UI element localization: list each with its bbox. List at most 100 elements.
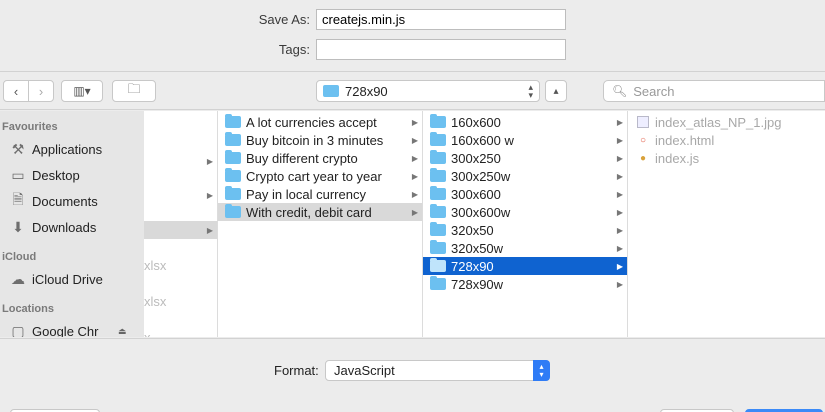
folder-row[interactable]: 320x50 ▶	[423, 221, 627, 239]
chevron-right-icon: ▶	[616, 153, 623, 163]
column-view-icon: ▥▾	[73, 84, 91, 98]
forward-button[interactable]: ›	[28, 80, 54, 102]
folder-row[interactable]: 300x250w ▶	[423, 167, 627, 185]
format-select[interactable]: JavaScript ▴ ▾	[325, 360, 550, 381]
folder-row[interactable]: 300x250 ▶	[423, 149, 627, 167]
chevron-right-icon: ▶	[616, 135, 623, 145]
folder-name: 160x600 w	[451, 132, 514, 148]
cloud-icon: ☁	[11, 270, 25, 287]
location-label: 728x90	[345, 83, 388, 99]
tags-input[interactable]	[316, 39, 566, 60]
file-row[interactable]: ○ index.html	[628, 131, 825, 149]
folder-row[interactable]: 300x600w ▶	[423, 203, 627, 221]
file-name: xlsx	[144, 293, 167, 309]
sidebar-item-label: Desktop	[32, 167, 80, 183]
list-item[interactable]: ▶	[144, 186, 217, 204]
file-name: index_atlas_NP_1.jpg	[655, 114, 782, 130]
expand-button[interactable]: ▴	[545, 80, 567, 102]
format-bar: Format: JavaScript ▴ ▾	[0, 338, 825, 412]
folder-row[interactable]: Buy different crypto ▶	[218, 149, 422, 167]
folder-row[interactable]: 160x600 w ▶	[423, 131, 627, 149]
folder-icon	[225, 114, 241, 128]
location-popup[interactable]: 728x90 ▴ ▾	[316, 80, 540, 102]
save-as-label: Save As:	[258, 12, 310, 27]
save-as-input[interactable]	[316, 9, 566, 30]
folder-row-selected[interactable]: 728x90 ▶	[423, 257, 627, 275]
chevron-right-icon: ▶	[411, 117, 418, 127]
chevron-right-icon: ▶	[411, 189, 418, 199]
folder-name: 728x90w	[451, 276, 504, 292]
back-button[interactable]: ‹	[3, 80, 29, 102]
file-name: xlsx	[144, 257, 167, 273]
folder-name: A lot currencies accept	[246, 114, 377, 130]
sidebar-item-label: Google Chr	[32, 323, 99, 338]
toolbar: ‹ › ▥▾ 🗀 728x90 ▴ ▾ ▴ 🔍︎ Search	[0, 72, 825, 110]
folder-name: Pay in local currency	[246, 186, 366, 202]
list-item[interactable]: xlsx	[144, 292, 217, 310]
folder-row[interactable]: A lot currencies accept ▶	[218, 113, 422, 131]
column-3: index_atlas_NP_1.jpg ○ index.html ● index.…	[628, 111, 825, 337]
chevron-right-icon: ▶	[206, 156, 213, 166]
folder-icon	[225, 132, 241, 146]
folder-name: With credit, debit card	[246, 204, 372, 220]
sidebar-item-label: Documents	[32, 193, 98, 209]
search-placeholder: Search	[633, 83, 675, 99]
list-item[interactable]: ▶	[144, 152, 217, 170]
favourites-header: Favourites	[2, 121, 58, 133]
file-name: index.js	[655, 150, 700, 166]
chevron-right-icon: ▶	[616, 207, 623, 217]
folder-row[interactable]: Buy bitcoin in 3 minutes ▶	[218, 131, 422, 149]
folder-icon	[430, 258, 446, 272]
chevron-up-icon: ▴	[553, 85, 559, 97]
folder-name: Crypto cart year to year	[246, 168, 382, 184]
folder-row[interactable]: 160x600 ▶	[423, 113, 627, 131]
list-item[interactable]: x	[144, 328, 217, 338]
format-value: JavaScript	[334, 363, 395, 378]
sidebar-item-downloads[interactable]: ⬇ Downloads	[0, 214, 144, 240]
sidebar-item-google-chr[interactable]: ▢ Google Chr ⏏	[0, 318, 144, 338]
folder-name: 728x90	[451, 258, 494, 274]
new-folder-icon: 🗀	[127, 81, 141, 96]
folder-row[interactable]: 320x50w ▶	[423, 239, 627, 257]
sidebar-item-desktop[interactable]: ▭ Desktop	[0, 162, 144, 188]
folder-row[interactable]: Pay in local currency ▶	[218, 185, 422, 203]
sidebar-item-icloud-drive[interactable]: ☁ iCloud Drive	[0, 266, 144, 292]
folder-row[interactable]: Crypto cart year to year ▶	[218, 167, 422, 185]
folder-row-selected[interactable]: With credit, debit card ▶	[218, 203, 422, 221]
sidebar-item-label: Downloads	[32, 219, 97, 235]
folder-icon	[225, 150, 241, 164]
chevron-right-icon: ▶	[206, 190, 213, 200]
folder-icon	[430, 168, 446, 182]
search-field[interactable]: 🔍︎ Search	[603, 80, 825, 102]
list-item[interactable]: ▶	[144, 221, 217, 239]
chevron-right-icon: ▶	[411, 207, 418, 217]
new-folder-button[interactable]: 🗀	[112, 80, 156, 102]
folder-name: 300x600	[451, 186, 501, 202]
eject-icon[interactable]: ⏏	[118, 326, 127, 337]
documents-icon: 🗎	[12, 191, 24, 207]
folder-icon	[430, 132, 446, 146]
chevron-right-icon: ▶	[411, 135, 418, 145]
sidebar-item-label: iCloud Drive	[32, 271, 103, 287]
sidebar-item-documents[interactable]: 🗎 Documents	[0, 188, 144, 214]
chevron-right-icon: ▶	[616, 189, 623, 199]
column-browser: ▶ ▶ ▶ xlsx xlsx x A lot currencies accep…	[144, 111, 825, 337]
folder-row[interactable]: 300x600 ▶	[423, 185, 627, 203]
list-item[interactable]: xlsx	[144, 256, 217, 274]
folder-icon	[225, 186, 241, 200]
chevron-right-icon: ▶	[616, 171, 623, 181]
file-row[interactable]: ● index.js	[628, 149, 825, 167]
sidebar-item-applications[interactable]: ⚒ Applications	[0, 136, 144, 162]
file-row[interactable]: index_atlas_NP_1.jpg	[628, 113, 825, 131]
sidebar-item-label: Applications	[32, 141, 103, 157]
file-name: x	[144, 329, 151, 338]
folder-row[interactable]: 728x90w ▶	[423, 275, 627, 293]
chevron-right-icon: ▶	[616, 279, 623, 289]
file-name: index.html	[655, 132, 715, 148]
desktop-icon: ▭	[11, 166, 25, 183]
folder-icon	[430, 240, 446, 254]
folder-icon	[430, 222, 446, 236]
folder-name: 300x250	[451, 150, 501, 166]
updown-icon: ▴ ▾	[533, 360, 550, 381]
view-mode-button[interactable]: ▥▾	[61, 80, 103, 102]
